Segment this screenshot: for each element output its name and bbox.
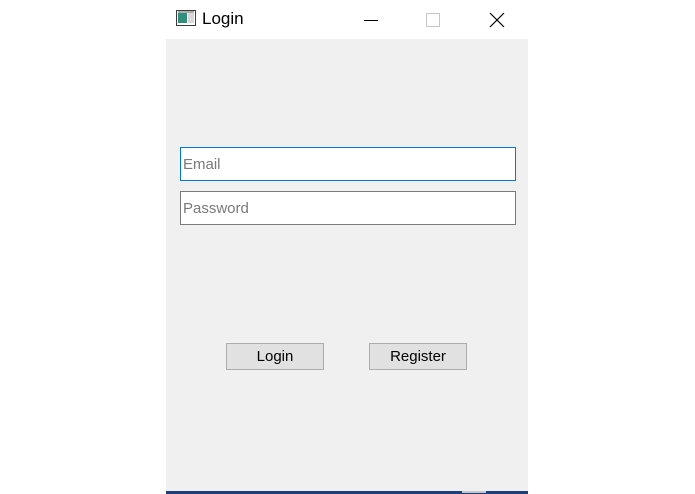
email-input[interactable] [180,147,516,181]
password-input[interactable] [180,191,516,225]
close-icon [489,12,505,27]
taskbar-edge-mark [462,491,486,493]
login-form-area: Login Register [166,39,528,491]
window-title: Login [202,9,244,28]
login-button[interactable]: Login [226,343,324,370]
maximize-button[interactable] [410,0,456,39]
maximize-icon [426,12,440,27]
minimize-icon [364,19,378,21]
minimize-button[interactable] [348,0,394,39]
register-button[interactable]: Register [369,343,467,370]
app-window-icon [176,10,196,26]
page: Login Login Register [0,0,695,494]
login-window: Login Login Register [166,0,528,494]
close-button[interactable] [474,0,520,39]
title-bar[interactable]: Login [166,0,528,39]
